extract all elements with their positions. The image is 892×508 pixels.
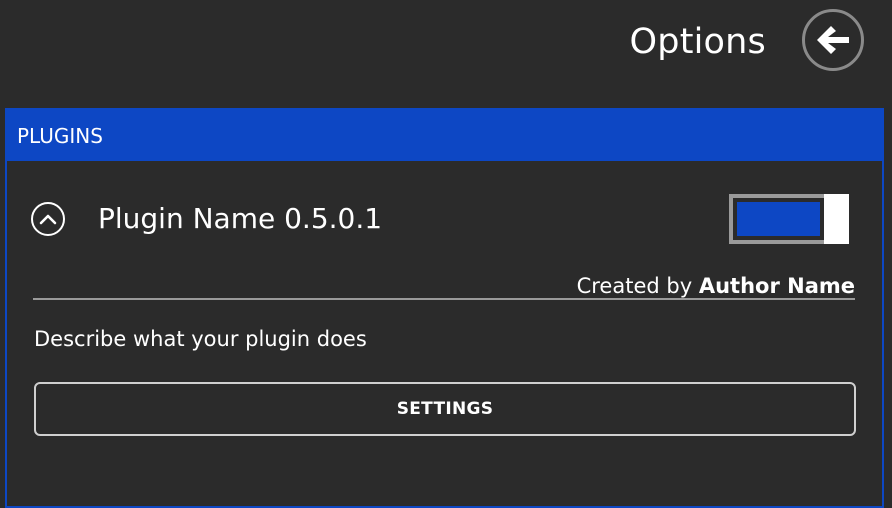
author-name: Author Name <box>698 274 855 298</box>
plugins-panel: PLUGINS Plugin Name 0.5.0.1 Created by A… <box>5 108 884 508</box>
toggle-thumb <box>824 194 849 244</box>
back-button[interactable] <box>802 9 864 71</box>
header-bar: Options <box>0 0 892 108</box>
plugin-description: Describe what your plugin does <box>34 327 367 351</box>
toggle-fill <box>737 202 820 236</box>
plugins-panel-title: PLUGINS <box>17 123 103 148</box>
collapse-button[interactable] <box>31 202 65 236</box>
plugins-panel-header: PLUGINS <box>7 110 882 161</box>
chevron-up-icon <box>39 214 57 225</box>
arrow-left-icon <box>817 26 849 54</box>
credit-prefix: Created by <box>576 274 693 298</box>
page-title: Options <box>629 22 766 62</box>
plugin-name: Plugin Name 0.5.0.1 <box>98 202 383 235</box>
plugin-credit: Created by Author Name <box>577 272 855 300</box>
divider <box>33 298 855 300</box>
settings-button-label: SETTINGS <box>396 399 494 419</box>
settings-button[interactable]: SETTINGS <box>34 382 856 436</box>
plugin-enabled-toggle[interactable] <box>729 194 849 244</box>
